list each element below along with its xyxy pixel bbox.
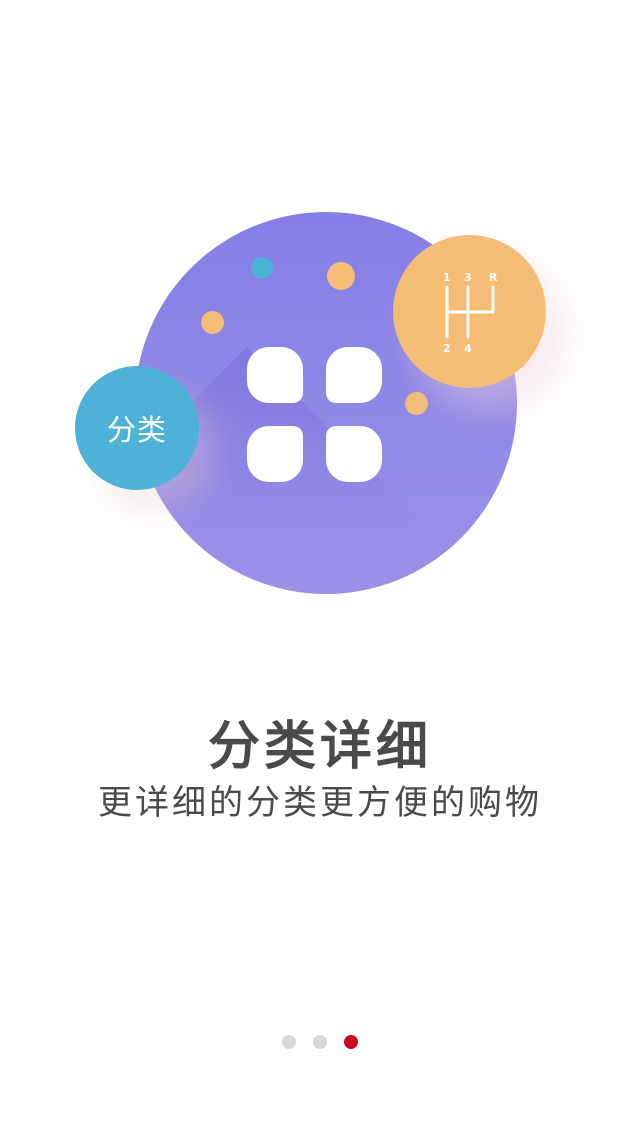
gear-label: 1: [443, 271, 451, 284]
page-subtitle: 更详细的分类更方便的购物: [98, 783, 542, 823]
page-dot-1[interactable]: [282, 1035, 296, 1049]
onboarding-illustration: 分类 1 3 R 2 4: [0, 0, 640, 640]
gear-label: 3: [464, 271, 472, 284]
decorative-dot: [201, 311, 224, 334]
gear-label: 2: [443, 342, 451, 355]
category-badge-label: 分类: [106, 413, 167, 447]
grid-tile-icon: [326, 426, 382, 482]
page-title: 分类详细: [207, 717, 432, 777]
grid-tile-icon: [247, 347, 303, 403]
page-indicator: [0, 1035, 640, 1049]
page-dot-2[interactable]: [313, 1035, 327, 1049]
gear-label: R: [489, 271, 498, 284]
page-dot-3-active[interactable]: [344, 1035, 358, 1049]
gear-shift-badge: 1 3 R 2 4: [393, 235, 546, 388]
decorative-dot: [405, 392, 428, 415]
gear-label: 4: [464, 342, 472, 355]
category-badge: 分类: [75, 366, 199, 490]
decorative-dot: [327, 262, 355, 290]
gear-shift-icon: 1 3 R 2 4: [443, 271, 498, 355]
grid-tile-icon: [326, 347, 382, 403]
decorative-dot: [251, 257, 273, 279]
grid-tile-icon: [247, 426, 303, 482]
